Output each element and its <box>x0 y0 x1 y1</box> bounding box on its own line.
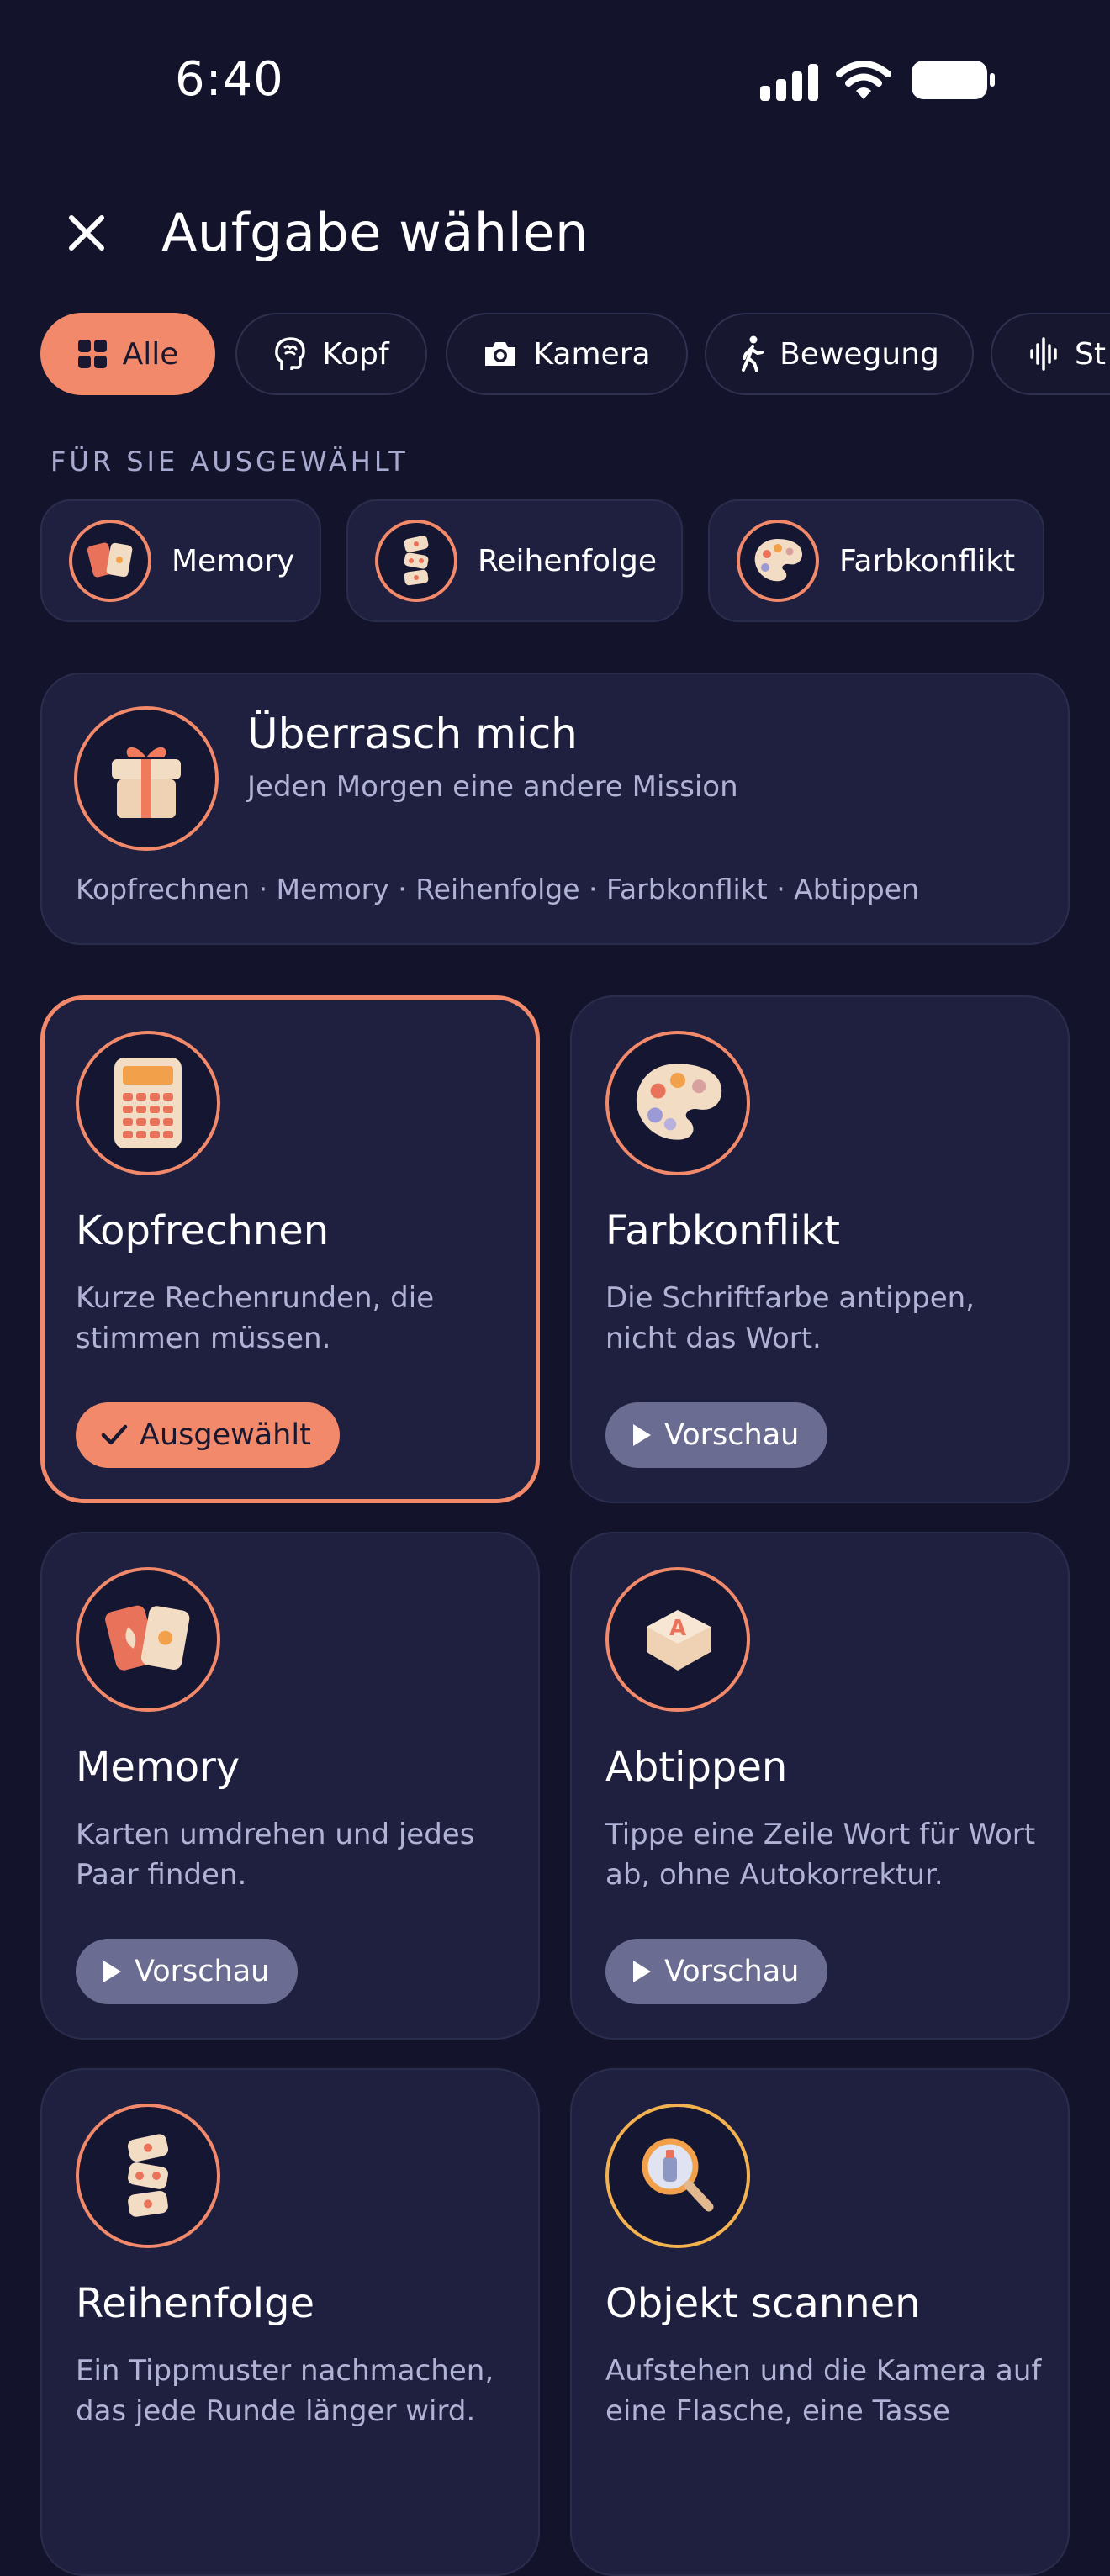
filter-chip-alle[interactable]: Alle <box>40 313 215 395</box>
filter-chip-label: Alle <box>122 336 179 372</box>
preview-button[interactable]: Vorschau <box>76 1939 299 2004</box>
preview-button[interactable]: Vorschau <box>605 1939 828 2004</box>
button-label: Ausgewählt <box>140 1418 311 1452</box>
grid-icon <box>77 340 107 368</box>
filter-chip-bar: Alle Kopf Kamera Bewegung St <box>0 313 1110 400</box>
audio-wave-icon <box>1030 337 1057 371</box>
mission-description: Karten umdrehen und jedes Paar finden. <box>76 1818 475 1892</box>
calculator-icon <box>76 1031 220 1175</box>
mission-description: Tippe eine Zeile Wort für Wort ab, ohne … <box>605 1818 1036 1892</box>
mission-card-memory[interactable]: Memory Karten umdrehen und jedes Paar fi… <box>40 1532 540 2040</box>
filter-chip-label: Kamera <box>533 336 651 372</box>
cards-icon <box>69 520 151 602</box>
dice-stack-icon <box>76 2104 220 2248</box>
play-icon <box>633 1424 651 1446</box>
mission-description: Die Schriftfarbe antippen, nicht das Wor… <box>605 1281 975 1355</box>
battery-icon <box>912 61 995 99</box>
surprise-mission-list: Kopfrechnen · Memory · Reihenfolge · Far… <box>76 873 919 905</box>
quick-pick-label: Memory <box>172 543 295 578</box>
mission-card-kopfrechnen[interactable]: Kopfrechnen Kurze Rechenrunden, die stim… <box>40 995 540 1503</box>
filter-chip-kopf[interactable]: Kopf <box>235 313 427 395</box>
signal-icon <box>760 64 818 101</box>
mission-description: Kurze Rechenrunden, die stimmen müssen. <box>76 1281 435 1355</box>
button-label: Vorschau <box>664 1955 800 1988</box>
dice-stack-icon <box>375 520 457 602</box>
filter-chip-label: St <box>1075 336 1106 372</box>
quick-pick-label: Reihenfolge <box>478 543 658 578</box>
wifi-icon <box>836 61 891 99</box>
quick-pick-farbkonflikt[interactable]: Farbkonflikt <box>708 499 1044 622</box>
quick-pick-label: Farbkonflikt <box>839 543 1016 578</box>
gift-icon <box>74 706 219 851</box>
checkmark-icon <box>101 1424 128 1445</box>
button-label: Vorschau <box>135 1955 270 1988</box>
filter-chip-bewegung[interactable]: Bewegung <box>705 313 974 395</box>
camera-icon <box>485 342 516 366</box>
mission-card-abtippen[interactable]: A Abtippen Tippe eine Zeile Wort für Wor… <box>570 1532 1070 2040</box>
palette-icon <box>737 520 819 602</box>
status-time: 6:40 <box>175 52 284 107</box>
magnifier-icon <box>605 2104 750 2248</box>
filter-chip-kamera[interactable]: Kamera <box>446 313 688 395</box>
mission-card-reihenfolge[interactable]: Reihenfolge Ein Tippmuster nachmachen, d… <box>40 2068 540 2576</box>
mission-description: Ein Tippmuster nachmachen, das jede Rund… <box>76 2354 494 2428</box>
selected-button[interactable]: Ausgewählt <box>76 1402 340 1468</box>
mission-card-objekt-scannen[interactable]: Objekt scannen Aufstehen und die Kamera … <box>570 2068 1070 2576</box>
mission-title: Objekt scannen <box>605 2280 921 2327</box>
svg-text:A: A <box>669 1616 686 1641</box>
walking-icon <box>742 335 764 372</box>
cards-icon <box>76 1567 220 1712</box>
section-label: FÜR SIE AUSGEWÄHLT <box>50 446 409 478</box>
mission-title: Farbkonflikt <box>605 1207 840 1254</box>
filter-chip-stimme[interactable]: St <box>991 313 1110 395</box>
filter-chip-label: Kopf <box>322 336 389 372</box>
mission-title: Memory <box>76 1744 240 1791</box>
filter-chip-label: Bewegung <box>780 336 939 372</box>
keycap-icon: A <box>605 1567 750 1712</box>
play-icon <box>633 1961 651 1982</box>
brain-icon <box>275 337 306 370</box>
page-title: Aufgabe wählen <box>161 202 589 263</box>
button-label: Vorschau <box>664 1418 800 1452</box>
play-icon <box>103 1961 121 1982</box>
mission-title: Reihenfolge <box>76 2280 315 2327</box>
surprise-subtitle: Jeden Morgen eine andere Mission <box>247 770 738 804</box>
mission-title: Abtippen <box>605 1744 788 1791</box>
close-icon[interactable] <box>61 207 113 259</box>
quick-pick-reihenfolge[interactable]: Reihenfolge <box>346 499 683 622</box>
surprise-card[interactable]: Überrasch mich Jeden Morgen eine andere … <box>40 673 1070 945</box>
preview-button[interactable]: Vorschau <box>605 1402 828 1468</box>
quick-pick-memory[interactable]: Memory <box>40 499 321 622</box>
mission-title: Kopfrechnen <box>76 1207 330 1254</box>
palette-icon <box>605 1031 750 1175</box>
mission-description: Aufstehen und die Kamera auf eine Flasch… <box>605 2354 1042 2428</box>
surprise-title: Überrasch mich <box>247 710 578 758</box>
mission-card-farbkonflikt[interactable]: Farbkonflikt Die Schriftfarbe antippen, … <box>570 995 1070 1503</box>
